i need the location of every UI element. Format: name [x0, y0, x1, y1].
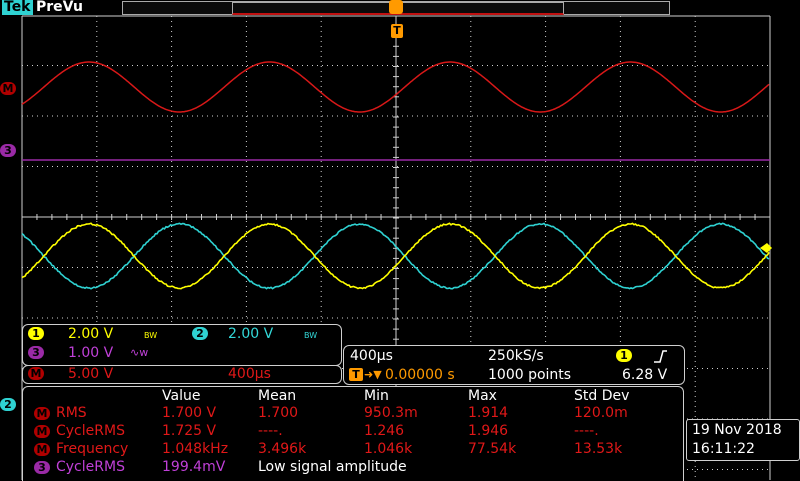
- trigger-position-marker[interactable]: T: [389, 0, 403, 40]
- measurement-source-badge: M: [34, 443, 50, 456]
- measurement-value: 1.725 V: [162, 423, 216, 439]
- math-timebase: 400µs: [228, 366, 271, 382]
- measurement-name: CycleRMS: [56, 423, 125, 439]
- measurement-max: 77.54k: [468, 441, 516, 457]
- measurement-mean: ----.: [258, 423, 283, 439]
- ch1-scale[interactable]: 2.00 V: [68, 326, 113, 342]
- mode-label: PreVu: [36, 0, 83, 15]
- measurement-min: 1.046k: [364, 441, 412, 457]
- trigger-marker-label: T: [391, 24, 403, 38]
- measurement-header: Min: [364, 388, 389, 404]
- brand-label: Tek: [2, 0, 33, 15]
- measurement-name: CycleRMS: [56, 459, 125, 475]
- measurement-min: 950.3m: [364, 405, 418, 421]
- measurement-name: RMS: [56, 405, 87, 421]
- measurement-header: Std Dev: [574, 388, 629, 404]
- horizontal-scale[interactable]: 400µs: [350, 348, 393, 364]
- time-label: 16:11:22: [692, 441, 755, 457]
- measurement-source-badge: M: [34, 425, 50, 438]
- ch3-scale[interactable]: 1.00 V: [68, 345, 113, 361]
- measurement-header: Value: [162, 388, 200, 404]
- measurement-header: Mean: [258, 388, 296, 404]
- math-scale[interactable]: 5.00 V: [68, 366, 113, 382]
- measurement-name: Frequency: [56, 441, 128, 457]
- math-badge[interactable]: M: [28, 367, 44, 380]
- ch2-scale[interactable]: 2.00 V: [228, 326, 273, 342]
- trigger-position-icon: T: [349, 368, 363, 381]
- ch2-ground-marker[interactable]: 2: [0, 398, 16, 411]
- record-length[interactable]: 1000 points: [488, 367, 571, 383]
- measurement-std: 13.53k: [574, 441, 622, 457]
- ch2-bandwidth-indicator: BW: [304, 328, 317, 344]
- trigger-slope-rising-icon: [652, 348, 668, 364]
- measurement-note: Low signal amplitude: [258, 459, 407, 475]
- measurement-source-badge: M: [34, 407, 50, 420]
- measurement-std: ----.: [574, 423, 599, 439]
- trigger-position-value[interactable]: 0.00000 s: [385, 367, 455, 383]
- ch3-ground-marker[interactable]: 3: [0, 144, 16, 157]
- measurement-min: 1.246: [364, 423, 404, 439]
- measurement-value: 1.048kHz: [162, 441, 228, 457]
- measurement-value: 1.700 V: [162, 405, 216, 421]
- measurement-max: 1.946: [468, 423, 508, 439]
- measurement-value: 199.4mV: [162, 459, 225, 475]
- trigger-source-badge[interactable]: 1: [616, 349, 632, 362]
- measurement-header: Max: [468, 388, 497, 404]
- measurement-source-badge: 3: [34, 461, 50, 474]
- measurement-mean: 3.496k: [258, 441, 306, 457]
- math-ground-marker[interactable]: M: [0, 82, 16, 95]
- date-label: 19 Nov 2018: [692, 422, 782, 438]
- ch3-badge[interactable]: 3: [28, 346, 44, 359]
- trigger-level[interactable]: 6.28 V: [622, 367, 667, 383]
- measurement-max: 1.914: [468, 405, 508, 421]
- ch1-bandwidth-indicator: BW: [144, 328, 157, 344]
- ch1-badge[interactable]: 1: [28, 327, 44, 340]
- measurement-mean: 1.700: [258, 405, 298, 421]
- ch3-filter-indicator: ∿w: [130, 345, 148, 361]
- trigger-position-arrow-icon: ➜▼: [364, 367, 382, 383]
- measurement-std: 120.0m: [574, 405, 628, 421]
- ch2-badge[interactable]: 2: [192, 327, 208, 340]
- sample-rate: 250kS/s: [488, 348, 544, 364]
